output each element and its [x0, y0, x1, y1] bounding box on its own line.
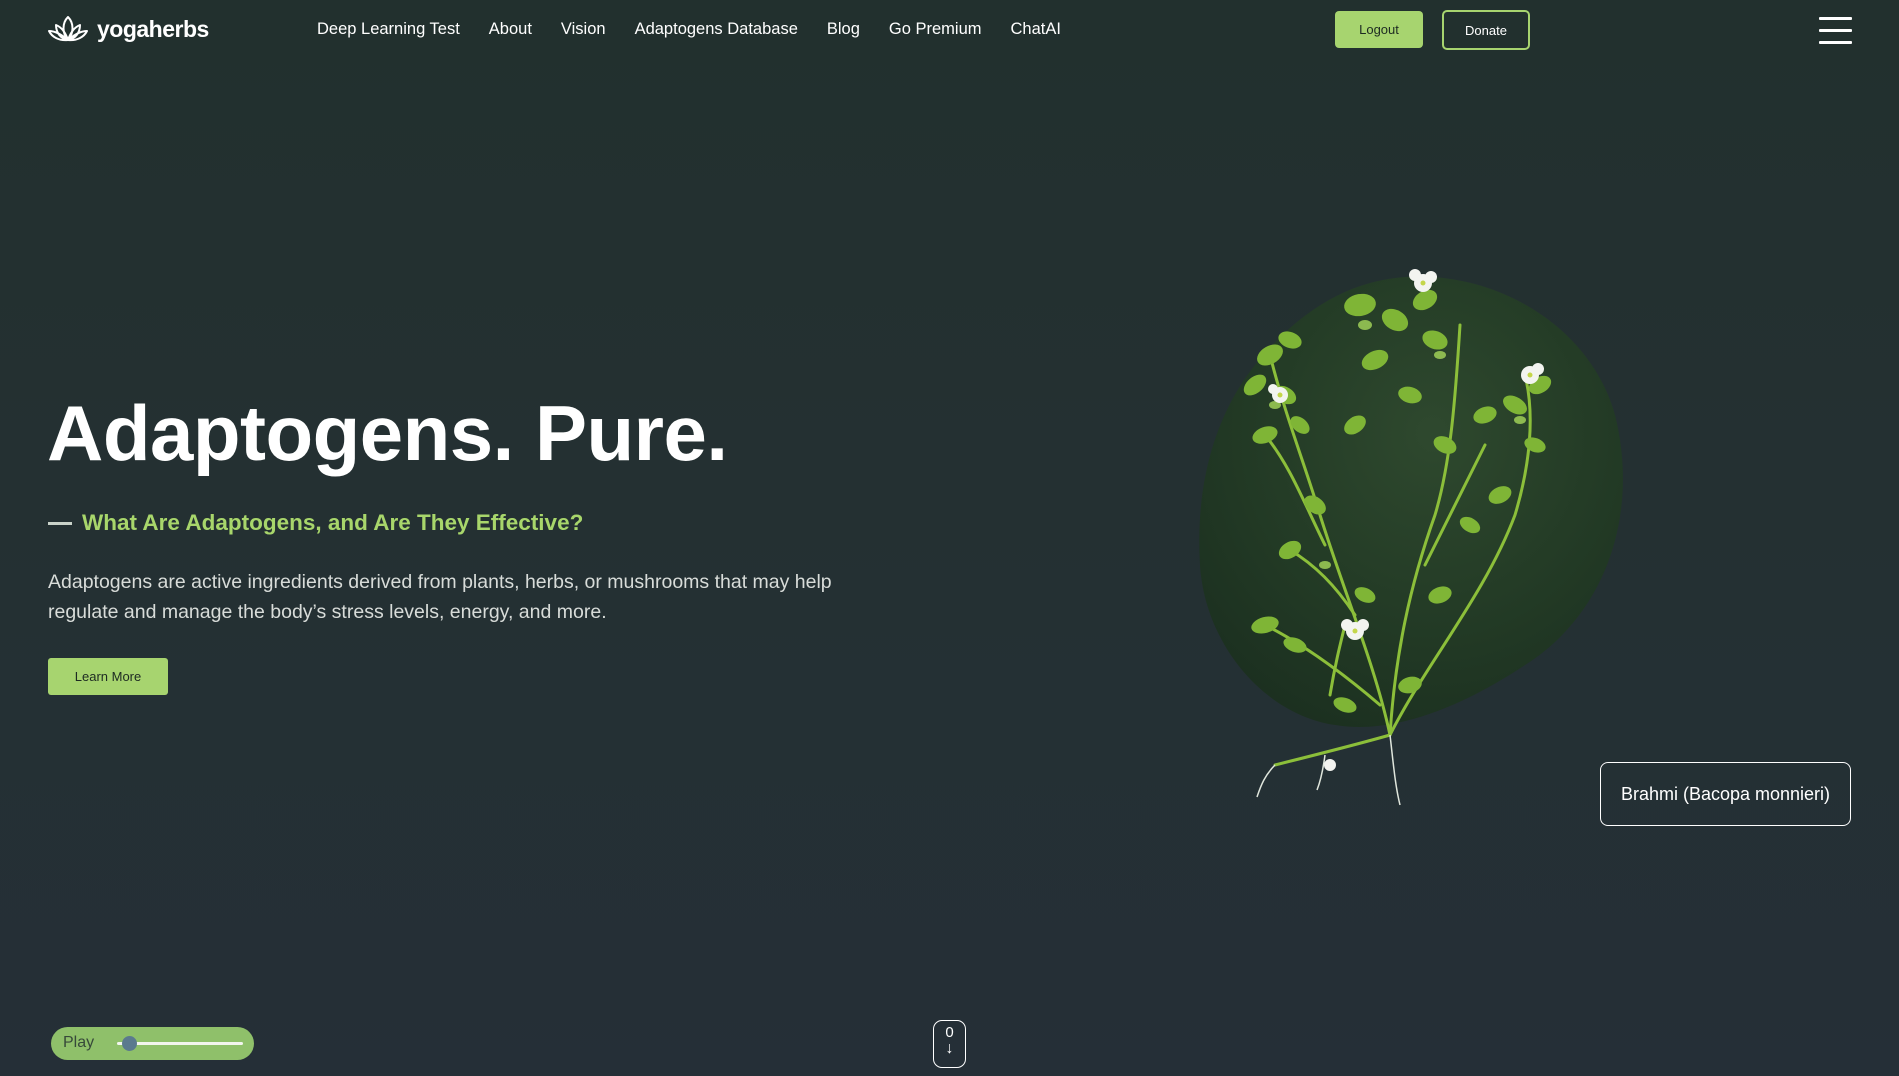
plant-name-label: Brahmi (Bacopa monnieri)	[1600, 762, 1851, 826]
lotus-icon	[48, 16, 88, 42]
nav-vision[interactable]: Vision	[561, 20, 606, 39]
slider-thumb[interactable]	[122, 1036, 138, 1051]
nav-go-premium[interactable]: Go Premium	[889, 20, 982, 39]
subtitle-dash	[48, 521, 72, 525]
hamburger-line	[1819, 29, 1852, 32]
scroll-counter: 0	[945, 1024, 954, 1041]
hero-title: Adaptogens. Pure.	[47, 389, 728, 477]
logout-button[interactable]: Logout	[1335, 11, 1423, 48]
hamburger-menu-icon[interactable]	[1819, 17, 1852, 44]
arrow-down-icon: ↓	[945, 1040, 954, 1057]
brahmi-plant-illustration	[1199, 269, 1623, 806]
hero-subtitle-row: What Are Adaptogens, and Are They Effect…	[48, 510, 583, 536]
plant-image	[1195, 265, 1635, 815]
nav-adaptogens-database[interactable]: Adaptogens Database	[635, 20, 798, 39]
nav-blog[interactable]: Blog	[827, 20, 860, 39]
audio-player: Play	[51, 1027, 254, 1060]
hero-subtitle: What Are Adaptogens, and Are They Effect…	[82, 510, 584, 535]
logo-text: yogaherbs	[97, 15, 209, 42]
donate-button[interactable]: Donate	[1442, 10, 1530, 50]
nav-chatai[interactable]: ChatAI	[1011, 20, 1061, 39]
main-nav: Deep Learning Test About Vision Adaptoge…	[317, 20, 1090, 39]
scroll-down-indicator[interactable]: 0 ↓	[933, 1020, 966, 1068]
nav-deep-learning-test[interactable]: Deep Learning Test	[317, 20, 460, 39]
learn-more-button[interactable]: Learn More	[48, 658, 168, 695]
hero-description: Adaptogens are active ingredients derive…	[48, 571, 832, 623]
site-header: yogaherbs Deep Learning Test About Visio…	[0, 0, 1899, 62]
hamburger-line	[1819, 41, 1852, 44]
nav-about[interactable]: About	[489, 20, 532, 39]
play-button[interactable]: Play	[63, 1034, 94, 1052]
hamburger-line	[1819, 17, 1852, 20]
site-logo[interactable]: yogaherbs	[47, 12, 209, 46]
